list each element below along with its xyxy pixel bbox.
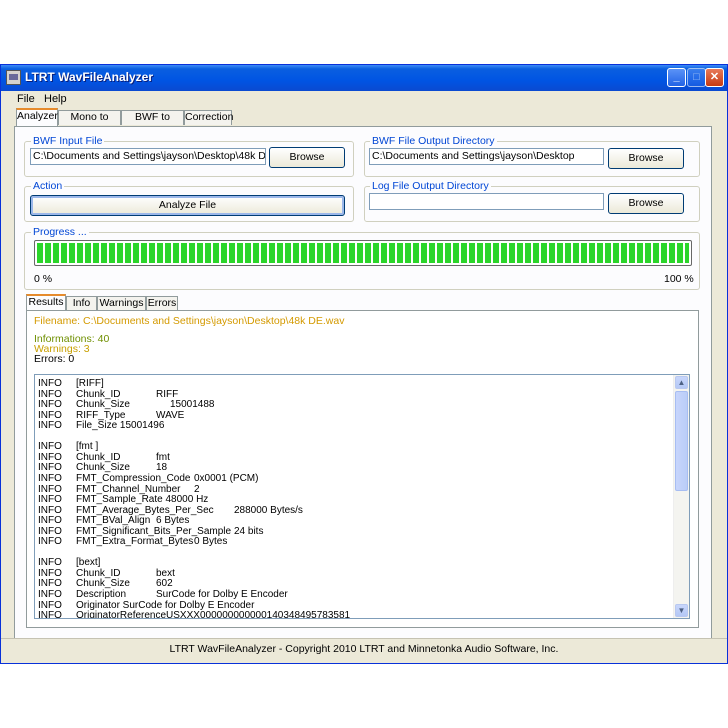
log-key: [bext] (76, 557, 101, 569)
log-level: INFO (38, 557, 62, 569)
input-file-field[interactable]: C:\Documents and Settings\jayson\Desktop… (30, 148, 266, 165)
log-key: FMT_Channel_Number (76, 483, 181, 495)
log-level: INFO (38, 462, 62, 474)
analyze-file-button[interactable]: Analyze File (30, 195, 345, 216)
log-key: Chunk_ID (76, 451, 121, 463)
tab-warnings[interactable]: Warnings (97, 296, 146, 311)
log-level: INFO (38, 409, 62, 421)
log-level: INFO (38, 536, 62, 548)
log-key: [fmt ] (76, 441, 99, 453)
log-value: 602 (156, 578, 173, 590)
log-dir-field[interactable] (369, 193, 604, 210)
log-browse-button[interactable]: Browse (608, 193, 684, 214)
log-level: INFO (38, 610, 62, 619)
app-icon (6, 70, 21, 85)
tab-bwf-to-mono[interactable]: BWF to Mono (121, 110, 184, 136)
log-key: Chunk_ID (76, 388, 121, 400)
tab-info[interactable]: Info (66, 296, 97, 311)
log-level: INFO (38, 378, 62, 389)
progress-fill (37, 243, 689, 263)
summary-filename: Filename: C:\Documents and Settings\jays… (34, 315, 345, 327)
log-level: INFO (38, 525, 62, 537)
log-value: bext (156, 567, 175, 579)
log-key: Chunk_Size (76, 399, 130, 411)
log-level: INFO (38, 599, 62, 611)
log-key: FMT_Significant_Bits_Per_Sample (76, 525, 232, 537)
tab-correction[interactable]: Correction (184, 110, 233, 125)
summary-errors: Errors: 0 (34, 353, 75, 365)
log-key: File_Size 15001496 (76, 420, 165, 432)
log-value: RIFF (156, 388, 179, 400)
input-browse-button[interactable]: Browse (269, 147, 345, 168)
log-scrollbar[interactable]: ▲ ▼ (673, 375, 689, 618)
log-level: INFO (38, 420, 62, 432)
tab-analyzer[interactable]: Analyzer (16, 108, 58, 126)
log-value: fmt (156, 451, 170, 463)
log-level: INFO (38, 589, 62, 600)
input-group-label: BWF Input File (31, 135, 105, 147)
log-value: 2 (194, 483, 200, 495)
log-key: RIFF_Type (76, 409, 126, 421)
log-level: INFO (38, 578, 62, 590)
log-key: FMT_Extra_Format_Bytes (76, 536, 194, 548)
log-group-label: Log File Output Directory (370, 180, 491, 192)
log-level: INFO (38, 567, 62, 579)
tab-errors[interactable]: Errors (146, 296, 178, 311)
log-textbox[interactable]: INFO [RIFF] INFO Chunk_ID RIFF INFO Chunk_Size… (34, 374, 690, 619)
log-value: 0 Bytes (194, 536, 228, 548)
scroll-thumb[interactable] (675, 391, 688, 491)
output-browse-button[interactable]: Browse (608, 148, 684, 169)
output-group-label: BWF File Output Directory (370, 135, 497, 147)
progress-bar (34, 240, 692, 266)
log-key: [RIFF] (76, 378, 104, 389)
log-value: 24 bits (234, 525, 264, 537)
menu-help[interactable]: Help (44, 93, 67, 105)
log-level: INFO (38, 494, 62, 506)
scroll-down-icon[interactable]: ▼ (675, 604, 688, 617)
action-group-label: Action (31, 180, 65, 192)
log-level: INFO (38, 441, 62, 453)
log-value: 6 Bytes (156, 515, 190, 527)
close-icon[interactable]: ✕ (705, 68, 724, 87)
log-key: Chunk_Size (76, 578, 130, 590)
log-level: INFO (38, 451, 62, 463)
title-bar[interactable]: LTRT WavFileAnalyzer _ □ ✕ (1, 65, 727, 91)
log-level: INFO (38, 472, 62, 484)
menu-bar: File Help (1, 91, 727, 109)
log-value: 288000 Bytes/s (234, 504, 303, 516)
output-dir-field[interactable]: C:\Documents and Settings\jayson\Desktop (369, 148, 604, 165)
window-title: LTRT WavFileAnalyzer (25, 70, 154, 84)
log-value: 0x0001 (PCM) (194, 472, 259, 484)
log-level: INFO (38, 399, 62, 411)
log-key: Chunk_Size (76, 462, 130, 474)
log-level: INFO (38, 504, 62, 516)
log-value: 18 (156, 462, 168, 474)
progress-group-label: Progress ... (31, 226, 89, 238)
menu-file[interactable]: File (17, 93, 35, 105)
maximize-icon[interactable]: □ (687, 68, 706, 87)
log-key: OriginatorReferenceUSXXX0000000000001403… (76, 610, 351, 619)
log-key: FMT_Compression_Code (76, 472, 191, 484)
log-level: INFO (38, 388, 62, 400)
log-key: FMT_Average_Bytes_Per_Sec (76, 504, 214, 516)
log-key: Originator SurCode for Dolby E Encoder (76, 599, 255, 611)
log-key: FMT_Sample_Rate 48000 Hz (76, 494, 209, 506)
tab-mono-to-bwf[interactable]: Mono to BWF (58, 110, 121, 136)
log-value: WAVE (156, 409, 185, 421)
log-value: SurCode for Dolby E Encoder (156, 589, 288, 600)
log-key: Description (76, 589, 127, 600)
log-key: FMT_BVal_Align (76, 515, 151, 527)
progress-min-label: 0 % (34, 273, 53, 285)
status-bar: LTRT WavFileAnalyzer - Copyright 2010 LT… (1, 638, 727, 661)
minimize-icon[interactable]: _ (667, 68, 686, 87)
log-value: 15001488 (170, 399, 215, 411)
log-level: INFO (38, 515, 62, 527)
log-key: Chunk_ID (76, 567, 121, 579)
progress-max-label: 100 % (664, 273, 694, 285)
log-level: INFO (38, 483, 62, 495)
scroll-up-icon[interactable]: ▲ (675, 376, 688, 389)
